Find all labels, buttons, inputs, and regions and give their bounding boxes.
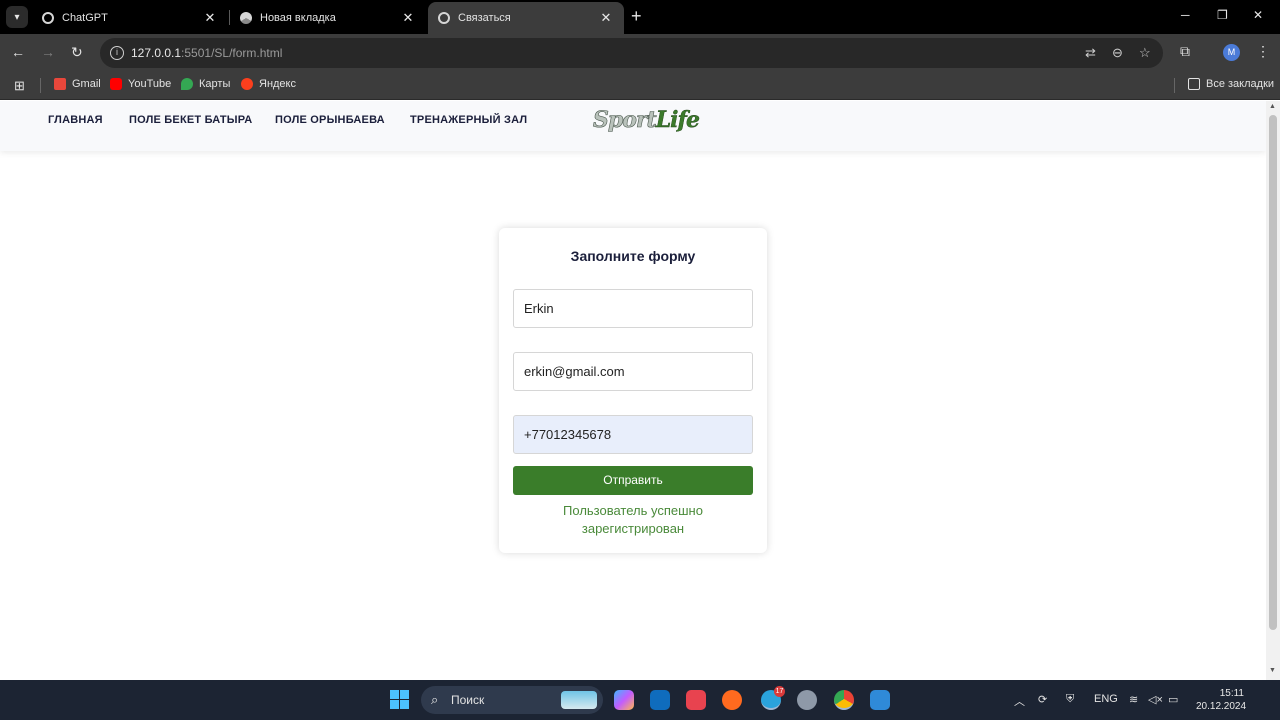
page-content: ГЛАВНАЯ ПОЛЕ БЕКЕТ БАТЫРА ПОЛЕ ОРЫНБАЕВА… — [0, 101, 1266, 680]
wifi-icon[interactable]: ≋ — [1129, 693, 1138, 706]
logo-part-sport: Sport — [593, 107, 657, 134]
search-label: Поиск — [451, 693, 485, 707]
outlook-icon[interactable] — [650, 690, 670, 710]
bookmark-yandex[interactable]: Яндекс — [241, 78, 296, 90]
telegram-badge: 17 — [774, 686, 785, 697]
reload-icon[interactable]: ↻ — [71, 44, 83, 60]
url-path: :5501/SL/form.html — [181, 46, 283, 60]
volume-muted-icon[interactable]: ◁× — [1148, 693, 1163, 706]
all-bookmarks-label: Все закладки — [1206, 78, 1275, 90]
site-navbar: ГЛАВНАЯ ПОЛЕ БЕКЕТ БАТЫРА ПОЛЕ ОРЫНБАЕВА… — [0, 101, 1266, 151]
browser-toolbar: ← → ↻ i 127.0.0.1:5501/SL/form.html ⇄ ⊖ … — [0, 34, 1280, 72]
youtube-icon — [110, 78, 122, 90]
browser-tab-bar: ▾ ChatGPT ✕ Новая вкладка ✕ Связаться ✕ … — [0, 0, 1280, 34]
bookmark-label: Яндекс — [259, 78, 296, 90]
scroll-up-icon[interactable]: ▲ — [1269, 103, 1276, 110]
extensions-icon[interactable]: ⧉ — [1180, 43, 1190, 60]
tab-label: ChatGPT — [62, 11, 108, 24]
nav-link-orynbaev-field[interactable]: ПОЛЕ ОРЫНБАЕВА — [275, 114, 385, 126]
taskbar-clock[interactable]: 15:11 20.12.2024 — [1196, 687, 1247, 713]
site-logo[interactable]: SportLife — [593, 107, 701, 134]
close-icon[interactable]: ✕ — [400, 10, 416, 26]
chrome-icon[interactable] — [834, 690, 854, 710]
settings-gear-icon[interactable] — [797, 690, 817, 710]
phone-field[interactable]: +77012345678 — [513, 415, 753, 454]
zoom-icon[interactable]: ⊖ — [1112, 45, 1123, 61]
tab-label: Связаться — [458, 12, 511, 24]
vscode-icon[interactable] — [870, 690, 890, 710]
tab-new-tab[interactable]: Новая вкладка ✕ — [230, 2, 426, 33]
copilot-icon[interactable] — [614, 690, 634, 710]
contact-form-card: Заполните форму Erkin erkin@gmail.com +7… — [499, 228, 767, 553]
maps-pin-icon — [181, 78, 193, 90]
soundcloud-icon[interactable] — [722, 690, 742, 710]
success-message: Пользователь успешно зарегистрирован — [563, 503, 703, 536]
sync-icon[interactable]: ⟳ — [1038, 693, 1047, 706]
bookmark-label: YouTube — [128, 78, 172, 90]
language-indicator[interactable]: ENG — [1094, 693, 1118, 705]
all-bookmarks-button[interactable]: Все закладки — [1188, 78, 1274, 90]
clock-date: 20.12.2024 — [1196, 701, 1247, 712]
scroll-down-icon[interactable]: ▼ — [1269, 667, 1276, 674]
bookmark-label: Gmail — [72, 78, 101, 90]
submit-button[interactable]: Отправить — [513, 466, 753, 495]
chatgpt-favicon-icon — [42, 11, 54, 24]
nav-link-gym[interactable]: ТРЕНАЖЕРНЫЙ ЗАЛ — [410, 114, 527, 126]
tab-contact[interactable]: Связаться ✕ — [428, 2, 624, 34]
telegram-icon[interactable]: 17 — [761, 686, 785, 710]
chrome-favicon-icon — [240, 11, 252, 24]
forward-icon[interactable]: → — [41, 44, 55, 60]
globe-favicon-icon — [438, 12, 450, 24]
address-bar[interactable]: i 127.0.0.1:5501/SL/form.html ⇄ ⊖ ☆ — [100, 38, 1163, 68]
tab-search-menu-icon[interactable]: ▾ — [6, 6, 28, 28]
bookmark-star-icon[interactable]: ☆ — [1139, 45, 1151, 61]
new-tab-icon[interactable]: + — [631, 7, 642, 25]
todo-app-icon[interactable] — [686, 690, 706, 710]
clock-time: 15:11 — [1219, 688, 1244, 699]
scroll-thumb[interactable] — [1269, 115, 1277, 630]
profile-avatar[interactable]: M — [1223, 44, 1240, 61]
windows-start-icon[interactable] — [390, 690, 409, 709]
restore-icon[interactable]: ❐ — [1217, 8, 1228, 22]
gmail-icon — [54, 78, 66, 90]
form-title: Заполните форму — [570, 248, 696, 264]
tab-chatgpt[interactable]: ChatGPT ✕ — [32, 2, 228, 33]
url-text[interactable]: 127.0.0.1:5501/SL/form.html — [131, 46, 282, 60]
name-field[interactable]: Erkin — [513, 289, 753, 328]
page-scrollbar[interactable]: ▲ ▼ — [1266, 101, 1280, 680]
minimize-icon[interactable]: ─ — [1181, 8, 1190, 22]
back-icon[interactable]: ← — [11, 44, 25, 60]
battery-icon[interactable]: ▭ — [1168, 693, 1178, 706]
bookmark-maps[interactable]: Карты — [181, 78, 230, 90]
close-icon[interactable]: ✕ — [202, 10, 218, 26]
translate-icon[interactable]: ⇄ — [1085, 45, 1096, 61]
apps-grid-icon[interactable]: ⊞ — [14, 78, 25, 94]
bookmarks-divider — [1174, 78, 1175, 93]
tab-label: Новая вкладка — [260, 11, 336, 24]
nav-link-beket-batyr-field[interactable]: ПОЛЕ БЕКЕТ БАТЫРА — [129, 114, 252, 126]
close-icon[interactable]: ✕ — [598, 10, 614, 26]
site-info-icon[interactable]: i — [110, 46, 124, 60]
folder-icon — [1188, 78, 1200, 90]
url-host: 127.0.0.1 — [131, 46, 182, 60]
bookmark-youtube[interactable]: YouTube — [110, 78, 171, 90]
more-menu-icon[interactable]: ⋮ — [1256, 43, 1270, 60]
bookmark-gmail[interactable]: Gmail — [54, 78, 101, 90]
search-icon: ⌕ — [431, 692, 439, 707]
nav-link-home[interactable]: ГЛАВНАЯ — [48, 114, 103, 126]
logo-part-life: Life — [655, 107, 701, 133]
tray-overflow-chevron-icon[interactable]: ︿ — [1014, 693, 1025, 709]
window-close-icon[interactable]: ✕ — [1253, 8, 1263, 22]
security-shield-icon[interactable]: ⛨ — [1066, 693, 1074, 706]
email-field[interactable]: erkin@gmail.com — [513, 352, 753, 391]
windows-taskbar: ⌕ Поиск 17 ︿ ⟳ ⛨ ENG ≋ ◁× ▭ 15:11 20.12.… — [0, 680, 1280, 720]
taskbar-search[interactable]: ⌕ Поиск — [421, 686, 603, 714]
bookmarks-bar: ⊞ Gmail YouTube Карты Яндекс Все закладк… — [0, 72, 1280, 100]
bookmarks-divider — [40, 78, 41, 93]
yandex-icon — [241, 78, 253, 90]
bookmark-label: Карты — [199, 78, 231, 90]
search-highlight-art-icon — [561, 691, 597, 709]
